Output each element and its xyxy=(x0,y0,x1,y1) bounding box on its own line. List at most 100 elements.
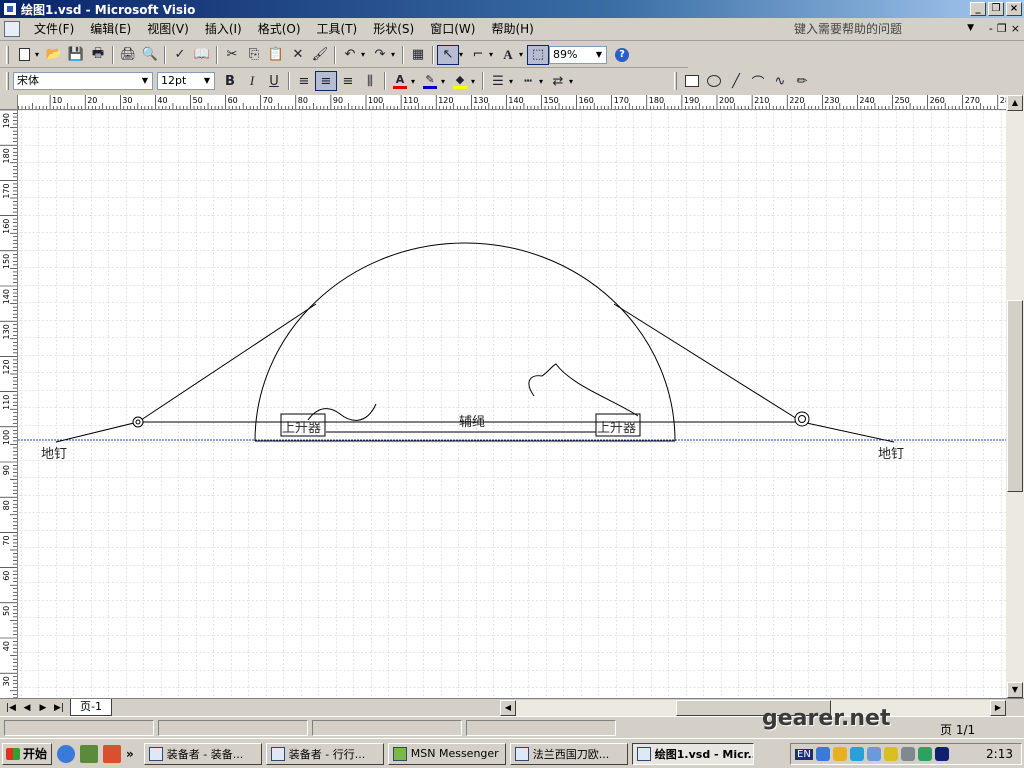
menu-insert[interactable]: 插入(I) xyxy=(197,20,250,39)
help-icon[interactable]: ? xyxy=(611,45,633,65)
align-center-icon[interactable]: ≡ xyxy=(315,71,337,91)
network-icon[interactable] xyxy=(815,747,830,761)
line-color-dropdown-icon[interactable]: ▾ xyxy=(441,77,449,86)
ellipse-tool-icon[interactable] xyxy=(703,71,725,91)
task-button[interactable]: MSN Messenger xyxy=(387,742,506,765)
vertical-align-icon[interactable]: ⫼ xyxy=(359,71,381,91)
font-color-icon[interactable]: A xyxy=(389,71,411,91)
restore-button[interactable]: ❐ xyxy=(988,2,1004,16)
cut-icon[interactable]: ✂ xyxy=(221,45,243,65)
zoom-combo[interactable]: 89% ▼ xyxy=(549,45,607,64)
desktop-icon[interactable] xyxy=(80,744,98,763)
preview-icon[interactable]: 🔍 xyxy=(139,45,161,65)
text-tool-icon[interactable]: A xyxy=(497,45,519,65)
task-button[interactable]: 装备者 - 行行... xyxy=(265,742,384,765)
format-painter-icon[interactable]: 🖌 xyxy=(309,45,331,65)
save-icon[interactable]: 💾 xyxy=(65,45,87,65)
redo-dropdown-icon[interactable]: ▾ xyxy=(391,50,399,59)
volume-icon[interactable] xyxy=(900,747,915,761)
help-dropdown-icon[interactable]: ▼ xyxy=(967,23,974,33)
tray-app-icon[interactable] xyxy=(917,747,932,761)
line-ends-icon[interactable]: ⇄ xyxy=(547,71,569,91)
vertical-scrollbar[interactable]: ▲ ▼ xyxy=(1006,95,1024,698)
connector-dropdown-icon[interactable]: ▾ xyxy=(489,50,497,59)
menu-file[interactable]: 文件(F) xyxy=(26,20,82,39)
close-button[interactable]: × xyxy=(1006,2,1022,16)
qq-icon[interactable] xyxy=(832,747,847,761)
shapes-icon[interactable]: ▦ xyxy=(407,45,429,65)
delete-icon[interactable]: ✕ xyxy=(287,45,309,65)
freeform-tool-icon[interactable]: ∿ xyxy=(769,71,791,91)
doc-close-button[interactable]: × xyxy=(1011,22,1020,35)
paste-icon[interactable]: 📋 xyxy=(265,45,287,65)
italic-button[interactable]: I xyxy=(241,71,263,91)
line-weight-icon[interactable]: ☰ xyxy=(487,71,509,91)
visio-app-icon[interactable] xyxy=(3,2,17,16)
undo-dropdown-icon[interactable]: ▾ xyxy=(361,50,369,59)
start-button[interactable]: 开始 xyxy=(2,742,52,765)
menu-tools[interactable]: 工具(T) xyxy=(309,20,366,39)
prev-page-icon[interactable]: ◀ xyxy=(20,701,34,715)
scroll-left-icon[interactable]: ◀ xyxy=(500,700,516,716)
document-icon[interactable] xyxy=(4,21,20,37)
line-ends-dropdown-icon[interactable]: ▾ xyxy=(569,77,577,86)
bold-button[interactable]: B xyxy=(219,71,241,91)
horizontal-ruler[interactable]: 10 20 30 40 50 60 70 80 90 100 110 120 130 140 150 160 1… xyxy=(18,95,1006,110)
print-preview-icon[interactable]: 🖨 xyxy=(117,45,139,65)
horizontal-scrollbar[interactable]: ◀ ▶ xyxy=(500,700,1006,716)
scroll-right-icon[interactable]: ▶ xyxy=(990,700,1006,716)
scroll-down-icon[interactable]: ▼ xyxy=(1007,682,1023,698)
toolbar-grip[interactable] xyxy=(6,72,9,90)
line-tool-icon[interactable]: ╱ xyxy=(725,71,747,91)
text-dropdown-icon[interactable]: ▾ xyxy=(519,50,527,59)
first-page-icon[interactable]: |◀ xyxy=(4,701,18,715)
drawing-svg[interactable]: 地钉 地钉 辅绳 上升器 上升器 xyxy=(18,110,1006,698)
line-color-icon[interactable]: ✎ xyxy=(419,71,441,91)
copy-icon[interactable]: ⎘ xyxy=(243,45,265,65)
connector-tool-icon[interactable]: ⌐ xyxy=(467,45,489,65)
scroll-up-icon[interactable]: ▲ xyxy=(1007,95,1023,111)
underline-button[interactable]: U xyxy=(263,71,285,91)
aux-rope-label[interactable]: 辅绳 xyxy=(459,415,485,430)
more-quicklaunch[interactable]: » xyxy=(126,747,134,761)
right-stake-label[interactable]: 地钉 xyxy=(878,447,904,462)
toolbar-grip[interactable] xyxy=(674,72,677,90)
font-combo[interactable]: 宋体 ▼ xyxy=(13,72,153,90)
menu-shape[interactable]: 形状(S) xyxy=(365,20,422,39)
chevron-down-icon[interactable]: ▼ xyxy=(139,74,151,88)
ie-icon[interactable] xyxy=(57,744,75,763)
left-pulley[interactable] xyxy=(132,416,144,428)
menu-format[interactable]: 格式(O) xyxy=(250,20,309,39)
media-icon[interactable] xyxy=(103,744,121,763)
menu-window[interactable]: 窗口(W) xyxy=(422,20,483,39)
fill-color-dropdown-icon[interactable]: ▾ xyxy=(471,77,479,86)
arc-tool-icon[interactable]: ⌒ xyxy=(747,71,769,91)
last-page-icon[interactable]: ▶| xyxy=(52,701,66,715)
snap-glue-icon[interactable]: ⬚ xyxy=(527,44,549,65)
language-indicator[interactable]: EN xyxy=(795,748,813,760)
undo-icon[interactable]: ↶ xyxy=(339,45,361,65)
pointer-tool-icon[interactable]: ↖ xyxy=(437,44,459,65)
toolbar-grip[interactable] xyxy=(6,45,9,64)
new-document-icon[interactable] xyxy=(13,45,35,65)
doc-restore-button[interactable]: ❐ xyxy=(997,22,1007,35)
tray-app-icon[interactable] xyxy=(934,747,949,761)
menu-view[interactable]: 视图(V) xyxy=(139,20,197,39)
chevron-down-icon[interactable]: ▼ xyxy=(593,48,605,62)
doc-minimize-button[interactable]: - xyxy=(989,22,993,35)
tray-app-icon[interactable] xyxy=(866,747,881,761)
print-icon[interactable]: 🖶 xyxy=(87,45,109,65)
left-stake-label[interactable]: 地钉 xyxy=(41,447,67,462)
line-pattern-icon[interactable]: ┅ xyxy=(517,71,539,91)
right-pulley[interactable] xyxy=(794,411,810,427)
spelling-icon[interactable]: ✓ xyxy=(169,45,191,65)
align-right-icon[interactable]: ≡ xyxy=(337,71,359,91)
rectangle-tool-icon[interactable] xyxy=(681,71,703,91)
messenger-icon[interactable] xyxy=(849,747,864,761)
fill-color-icon[interactable]: ◆ xyxy=(449,71,471,91)
menu-help[interactable]: 帮助(H) xyxy=(483,20,541,39)
tray-app-icon[interactable] xyxy=(883,747,898,761)
font-color-dropdown-icon[interactable]: ▾ xyxy=(411,77,419,86)
task-button[interactable]: 法兰西国刀欧... xyxy=(509,742,628,765)
new-dropdown-icon[interactable]: ▾ xyxy=(35,50,43,59)
